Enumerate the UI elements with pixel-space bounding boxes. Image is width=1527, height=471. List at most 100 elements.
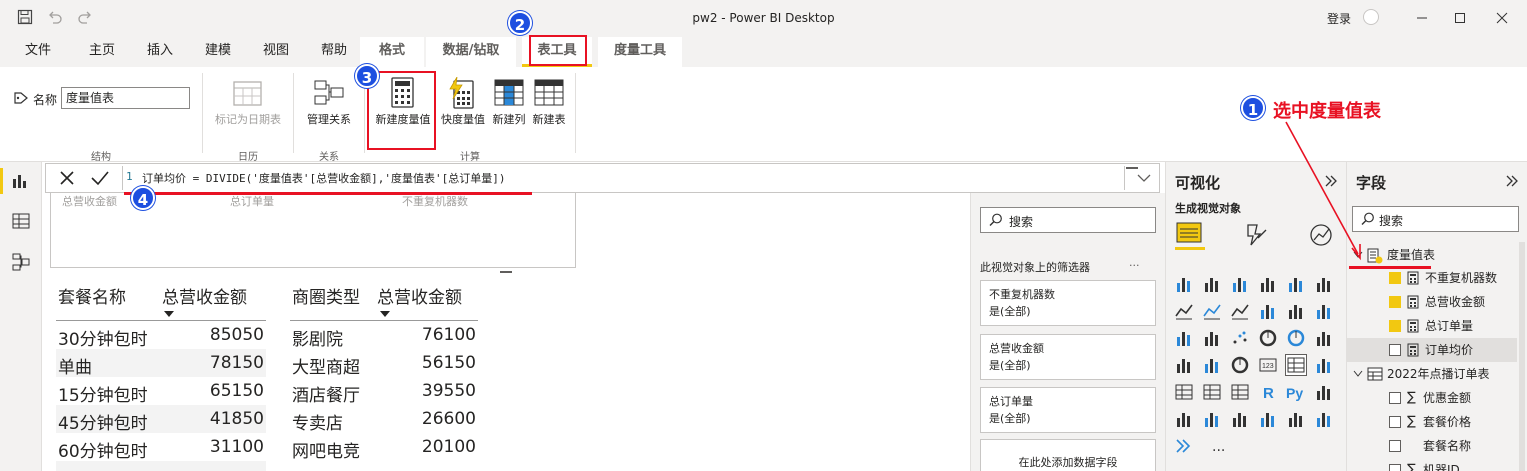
tab-home[interactable]: 主页 [74, 37, 130, 67]
commit-formula-icon[interactable] [90, 169, 110, 187]
add-data-field-dropzone[interactable]: 在此处添加数据字段 [980, 439, 1156, 471]
table-visual-district[interactable]: 商圈类型 总营收金额 影剧院 76100 大型商超 56150 酒店餐厅 395… [290, 283, 478, 471]
donut-icon[interactable] [1286, 328, 1306, 348]
line-chart-icon[interactable] [1174, 301, 1194, 321]
cancel-formula-icon[interactable] [58, 169, 76, 187]
treemap-icon[interactable] [1314, 328, 1334, 348]
field-table-orders[interactable]: 2022年点播订单表 [1347, 362, 1517, 386]
qa-icon[interactable] [1202, 409, 1222, 429]
formula-resize-handle[interactable] [1126, 167, 1138, 169]
stacked-area-icon[interactable] [1230, 301, 1250, 321]
sort-desc-icon[interactable] [380, 311, 390, 317]
r-visual-icon[interactable]: R [1258, 382, 1278, 402]
field-item[interactable]: 总订单量 [1347, 314, 1517, 338]
slicer-icon[interactable] [1174, 382, 1194, 402]
tab-file[interactable]: 文件 [10, 37, 66, 67]
tab-modeling[interactable]: 建模 [190, 37, 246, 67]
power-automate-icon[interactable] [1314, 409, 1334, 429]
clustered-bar-icon[interactable] [1230, 274, 1250, 294]
field-checkbox[interactable] [1389, 272, 1401, 284]
field-checkbox[interactable] [1389, 344, 1401, 356]
field-checkbox[interactable] [1389, 440, 1401, 452]
100-column-icon[interactable] [1314, 274, 1334, 294]
column-header[interactable]: 总营收金额 [377, 283, 462, 308]
line-column-icon[interactable] [1258, 301, 1278, 321]
column-header[interactable]: 商圈类型 [292, 283, 360, 308]
paginated-icon[interactable] [1258, 409, 1278, 429]
field-item[interactable]: ∑ 机器ID [1347, 458, 1517, 471]
field-checkbox[interactable] [1389, 464, 1401, 471]
column-header[interactable]: 总营收金额 [162, 283, 247, 308]
chevron-down-icon[interactable] [1353, 370, 1363, 378]
card-icon[interactable]: 123 [1258, 355, 1278, 375]
build-visual-tab[interactable] [1175, 220, 1205, 250]
table-name-input[interactable]: 度量值表 [61, 87, 190, 109]
waterfall-icon[interactable] [1174, 328, 1194, 348]
gauge-icon[interactable] [1230, 355, 1250, 375]
more-chevron-icon[interactable] [1174, 436, 1194, 456]
area-chart-icon[interactable] [1202, 301, 1222, 321]
filters-more-icon[interactable]: ... [1129, 256, 1140, 269]
table-visual-package[interactable]: 套餐名称 总营收金额 30分钟包时 85050 单曲 78150 15分钟包时 … [56, 283, 266, 471]
filter-card[interactable]: 总营收金额 是(全部) [980, 334, 1156, 380]
matrix-icon[interactable] [1230, 382, 1250, 402]
more-visuals[interactable]: ... [1212, 439, 1225, 455]
tab-format[interactable]: 格式 [360, 37, 424, 67]
stacked-column-icon[interactable] [1202, 274, 1222, 294]
close-icon[interactable] [1492, 8, 1512, 28]
dax-formula-input[interactable]: 订单均价 = DIVIDE('度量值表'[总营收金额],'度量值表'[总订单量]… [142, 170, 505, 186]
filter-card[interactable]: 不重复机器数 是(全部) [980, 280, 1156, 326]
filter-search-input[interactable]: 搜索 [980, 207, 1156, 233]
tab-help[interactable]: 帮助 [306, 37, 362, 67]
narrative-icon[interactable] [1230, 409, 1250, 429]
visual-resize-handle[interactable] [500, 271, 512, 273]
field-checkbox[interactable] [1389, 416, 1401, 428]
multirow-card-icon[interactable] [1285, 354, 1307, 376]
tab-insert[interactable]: 插入 [132, 37, 188, 67]
model-view-icon[interactable] [12, 253, 30, 271]
line-clustered-icon[interactable] [1286, 301, 1306, 321]
report-canvas[interactable]: 总营收金额 总订单量 不重复机器数 套餐名称 总营收金额 30分钟包时 8505… [42, 181, 970, 471]
funnel-icon[interactable] [1202, 328, 1222, 348]
filled-map-icon[interactable] [1202, 355, 1222, 375]
field-item-selected[interactable]: 订单均价 [1347, 338, 1517, 362]
100-bar-icon[interactable] [1286, 274, 1306, 294]
field-item[interactable]: 总营收金额 [1347, 290, 1517, 314]
field-item[interactable]: 不重复机器数 [1347, 266, 1517, 290]
minimize-icon[interactable] [1412, 8, 1432, 28]
collapse-fields-icon[interactable] [1505, 174, 1519, 188]
tab-measure-tools[interactable]: 度量工具 [598, 37, 682, 67]
fields-scrollbar[interactable] [1519, 242, 1525, 471]
field-checkbox[interactable] [1389, 296, 1401, 308]
report-view-icon[interactable] [12, 173, 30, 189]
ribbon-chart-icon[interactable] [1314, 301, 1334, 321]
pie-icon[interactable] [1258, 328, 1278, 348]
python-visual-icon[interactable]: Py [1286, 382, 1306, 402]
filter-card[interactable]: 总订单量 是(全部) [980, 387, 1156, 433]
scatter-icon[interactable] [1230, 328, 1250, 348]
format-visual-icon[interactable] [1244, 222, 1270, 248]
field-search-input[interactable]: 搜索 [1352, 206, 1519, 232]
field-table-measures[interactable]: 度量值表 [1347, 243, 1517, 267]
tab-view[interactable]: 视图 [248, 37, 304, 67]
chevron-down-icon[interactable] [1136, 171, 1152, 185]
kpi-icon[interactable] [1314, 355, 1334, 375]
sort-desc-icon[interactable] [164, 311, 174, 317]
clustered-column-icon[interactable] [1258, 274, 1278, 294]
stacked-bar-icon[interactable] [1174, 274, 1194, 294]
tab-data-drill[interactable]: 数据/钻取 [426, 37, 516, 67]
maximize-icon[interactable] [1450, 8, 1470, 28]
table-icon[interactable] [1202, 382, 1222, 402]
signin-link[interactable]: 登录 [1327, 10, 1351, 27]
formula-bar[interactable]: 1 订单均价 = DIVIDE('度量值表'[总营收金额],'度量值表'[总订单… [45, 163, 1160, 193]
column-header[interactable]: 套餐名称 [58, 283, 126, 308]
power-apps-icon[interactable] [1286, 409, 1306, 429]
field-checkbox[interactable] [1389, 320, 1401, 332]
field-item[interactable]: ∑ 优惠金额 [1347, 386, 1517, 410]
data-view-icon[interactable] [12, 213, 30, 229]
field-item[interactable]: ∑ 套餐价格 [1347, 410, 1517, 434]
field-checkbox[interactable] [1389, 392, 1401, 404]
map-icon[interactable] [1174, 355, 1194, 375]
decomposition-tree-icon[interactable] [1174, 409, 1194, 429]
avatar[interactable] [1363, 9, 1379, 25]
